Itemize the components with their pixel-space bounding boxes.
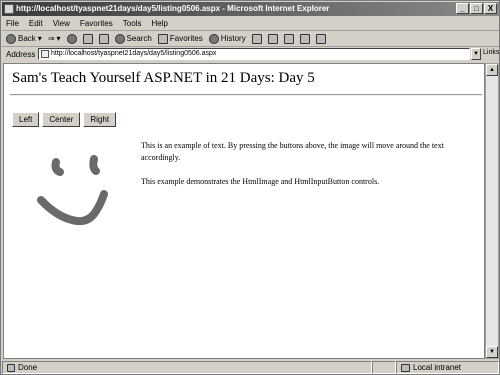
address-input[interactable]: http://localhost/tyaspnet21days/day5/lis… — [38, 48, 470, 60]
smiley-image — [37, 155, 108, 226]
ie-icon — [4, 4, 14, 14]
address-label: Address — [6, 50, 36, 59]
paragraph-2: This example demonstrates the HtmlImage … — [141, 177, 380, 186]
status-bar: Done Local intranet — [2, 360, 499, 375]
history-icon — [208, 33, 219, 44]
page-icon — [41, 50, 49, 58]
scroll-up-icon[interactable]: ▲ — [486, 64, 498, 76]
menu-file[interactable]: File — [6, 19, 19, 28]
scroll-down-icon[interactable]: ▼ — [486, 346, 498, 358]
zone-cell: Local intranet — [396, 361, 499, 374]
browser-window: http://localhost/tyaspnet21days/day5/lis… — [0, 0, 500, 375]
address-bar: Address http://localhost/tyaspnet21days/… — [2, 47, 499, 62]
center-button[interactable]: Center — [42, 112, 81, 127]
forward-button[interactable]: ⇒ ▾ — [48, 34, 61, 43]
close-button[interactable]: X — [484, 3, 497, 14]
zone-text: Local intranet — [413, 363, 462, 372]
forward-arrow-icon: ⇒ — [47, 34, 55, 43]
home-icon[interactable] — [98, 33, 109, 44]
page-content: Sam's Teach Yourself ASP.NET in 21 Days:… — [3, 63, 485, 359]
status-text-cell: Done — [2, 361, 372, 374]
messenger-icon[interactable] — [315, 33, 326, 44]
discuss-icon[interactable] — [299, 33, 310, 44]
menu-edit[interactable]: Edit — [29, 19, 43, 28]
status-cell-empty — [372, 361, 396, 374]
menu-help[interactable]: Help — [151, 19, 167, 28]
menu-bar: File Edit View Favorites Tools Help — [2, 17, 499, 31]
print-icon[interactable] — [267, 33, 278, 44]
left-button[interactable]: Left — [12, 112, 40, 127]
edit-icon[interactable] — [283, 33, 294, 44]
page-heading: Sam's Teach Yourself ASP.NET in 21 Days:… — [12, 70, 315, 86]
favorites-icon — [157, 33, 168, 44]
search-icon — [114, 33, 125, 44]
status-text: Done — [18, 363, 38, 372]
favorites-button[interactable]: Favorites — [157, 33, 203, 44]
toolbar: Back ▾ ⇒ ▾ Search Favorites History — [2, 31, 499, 47]
page-done-icon — [7, 363, 15, 372]
chevron-down-icon: ▾ — [37, 34, 42, 43]
vertical-scrollbar[interactable]: ▲ ▼ — [485, 63, 499, 359]
window-controls: _ □ X — [456, 3, 497, 14]
paragraph-1: This is an example of text. By pressing … — [141, 141, 444, 162]
refresh-icon[interactable] — [82, 33, 93, 44]
menu-view[interactable]: View — [53, 19, 70, 28]
chevron-down-icon: ▾ — [56, 34, 61, 43]
maximize-button[interactable]: □ — [470, 3, 483, 14]
stop-icon[interactable] — [66, 33, 77, 44]
intranet-icon — [401, 363, 410, 372]
horizontal-rule — [10, 94, 482, 96]
address-dropdown-button[interactable]: ▼ — [471, 48, 481, 60]
search-button[interactable]: Search — [114, 33, 152, 44]
menu-favorites[interactable]: Favorites — [80, 19, 113, 28]
back-arrow-icon — [6, 33, 16, 44]
mail-icon[interactable] — [251, 33, 262, 44]
title-bar: http://localhost/tyaspnet21days/day5/lis… — [2, 2, 499, 16]
back-button[interactable]: Back ▾ — [6, 33, 42, 44]
links-button[interactable]: Links — [483, 49, 499, 56]
right-button[interactable]: Right — [83, 112, 117, 127]
minimize-button[interactable]: _ — [456, 3, 469, 14]
alignment-buttons: Left Center Right — [12, 112, 117, 127]
menu-tools[interactable]: Tools — [123, 19, 142, 28]
window-title: http://localhost/tyaspnet21days/day5/lis… — [16, 4, 330, 13]
address-url: http://localhost/tyaspnet21days/day5/lis… — [51, 50, 217, 57]
history-button[interactable]: History — [208, 33, 246, 44]
